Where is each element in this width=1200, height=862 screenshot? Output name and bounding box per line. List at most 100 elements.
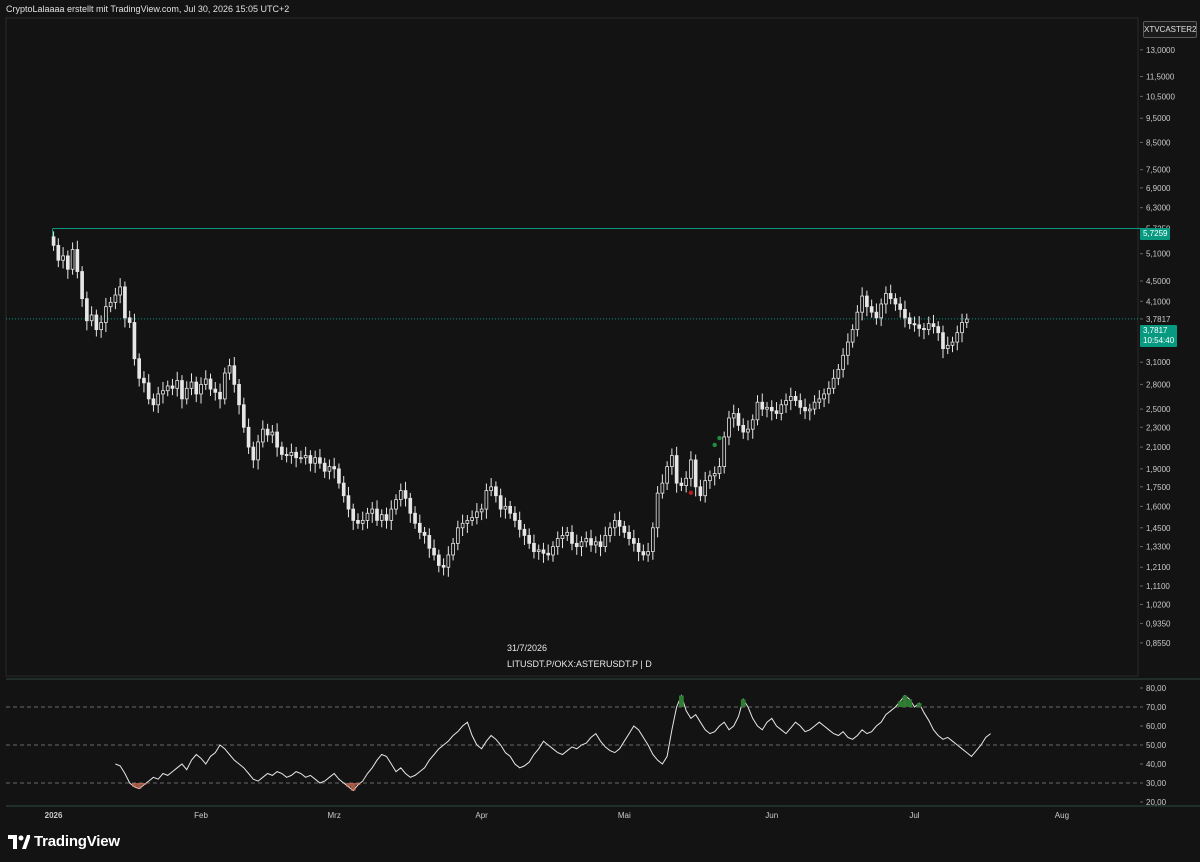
candle-body bbox=[798, 400, 803, 408]
candle-body bbox=[498, 495, 503, 510]
candle bbox=[689, 451, 693, 487]
candle bbox=[855, 305, 860, 337]
last-price-tag: 3,7817 10:54:40 bbox=[1140, 325, 1178, 347]
candle bbox=[903, 300, 907, 328]
candle bbox=[66, 250, 70, 279]
candle bbox=[546, 544, 551, 561]
candle bbox=[722, 431, 727, 474]
candle-body bbox=[332, 466, 337, 470]
candle-body bbox=[508, 505, 512, 514]
candle bbox=[137, 353, 142, 387]
candle-body bbox=[341, 482, 346, 497]
candle-body bbox=[879, 303, 883, 319]
price-tick-label: 4,5000 bbox=[1146, 277, 1171, 286]
time-tick-label: Feb bbox=[194, 811, 208, 820]
candle bbox=[865, 290, 869, 317]
candle-body bbox=[313, 457, 317, 464]
candle bbox=[322, 457, 327, 479]
time-tick-label: Jun bbox=[765, 811, 778, 820]
candle-body bbox=[727, 417, 731, 438]
rsi-tick-label: 80,00 bbox=[1146, 684, 1167, 693]
tradingview-logo[interactable]: TradingView bbox=[8, 833, 120, 850]
bar-countdown: 10:54:40 bbox=[1143, 336, 1175, 345]
candle bbox=[708, 470, 712, 489]
candle-body bbox=[432, 547, 436, 556]
candle bbox=[232, 357, 237, 393]
candle-body bbox=[180, 380, 184, 400]
candle-body bbox=[765, 406, 769, 410]
candle bbox=[898, 296, 903, 318]
candle bbox=[641, 544, 646, 561]
candle bbox=[237, 379, 241, 415]
candle bbox=[270, 424, 275, 444]
candle bbox=[432, 539, 436, 561]
candle-body bbox=[831, 377, 836, 389]
candle bbox=[284, 447, 289, 463]
candle-body bbox=[408, 497, 413, 514]
price-tick-label: 1,0200 bbox=[1146, 600, 1171, 609]
rsi-tick-label: 70,00 bbox=[1146, 703, 1167, 712]
candle-body bbox=[893, 298, 898, 305]
candle bbox=[308, 450, 313, 472]
candle-body bbox=[94, 314, 99, 331]
rsi-tick-label: 20,00 bbox=[1146, 798, 1167, 807]
watermark-symbol: LITUSDT.P/OKX:ASTERUSDT.P | D bbox=[507, 659, 652, 669]
candle-body bbox=[261, 428, 265, 443]
time-tick-label: Mai bbox=[618, 811, 631, 820]
candle-body bbox=[536, 549, 541, 552]
candle bbox=[218, 383, 222, 409]
candle bbox=[189, 373, 194, 396]
candle-body bbox=[708, 475, 712, 482]
time-tick-label: Mrz bbox=[328, 811, 341, 820]
candle-body bbox=[227, 365, 232, 374]
candle-body bbox=[413, 512, 417, 524]
signal-down-dot bbox=[688, 490, 694, 495]
candle-body bbox=[246, 426, 251, 448]
candle-body bbox=[903, 309, 907, 319]
candle-body bbox=[61, 255, 65, 261]
price-tick-label: 2,8000 bbox=[1146, 380, 1171, 389]
candle bbox=[665, 461, 669, 490]
candle-body bbox=[846, 341, 850, 356]
candle-body bbox=[936, 326, 941, 334]
candle bbox=[955, 325, 960, 351]
price-tick-label: 1,7500 bbox=[1146, 483, 1171, 492]
candle-body bbox=[394, 499, 398, 510]
candle bbox=[508, 500, 512, 519]
candle bbox=[874, 303, 879, 325]
price-tick-label: 7,5000 bbox=[1146, 166, 1171, 175]
candle-body bbox=[51, 236, 56, 246]
candle-body bbox=[375, 508, 379, 521]
candle bbox=[812, 395, 817, 415]
candle bbox=[570, 525, 574, 551]
candle bbox=[199, 377, 203, 404]
candle-body bbox=[85, 298, 89, 322]
candle-body bbox=[546, 552, 551, 556]
candle-body bbox=[717, 466, 722, 474]
candle bbox=[318, 448, 322, 469]
candle bbox=[379, 509, 384, 528]
candle-body bbox=[318, 457, 322, 464]
candle bbox=[341, 476, 346, 503]
candle-body bbox=[827, 387, 831, 395]
candle bbox=[256, 434, 260, 470]
candle bbox=[261, 420, 265, 448]
candle-body bbox=[194, 381, 199, 395]
candle bbox=[142, 371, 146, 393]
candle-body bbox=[850, 329, 855, 343]
candle-body bbox=[627, 531, 631, 539]
price-tick-label: 1,9000 bbox=[1146, 465, 1171, 474]
candle bbox=[460, 514, 465, 537]
price-tick-label: 10,5000 bbox=[1146, 92, 1175, 101]
candle bbox=[356, 513, 360, 529]
candle-body bbox=[912, 323, 917, 326]
candle-body bbox=[603, 535, 608, 548]
symbol-tag[interactable]: XTVCASTER2 bbox=[1143, 21, 1197, 38]
candle-body bbox=[241, 404, 246, 428]
candle-body bbox=[736, 413, 741, 426]
candle bbox=[61, 247, 65, 269]
candle-body bbox=[113, 294, 118, 303]
candle-body bbox=[541, 549, 546, 554]
price-tick-label: 1,4500 bbox=[1146, 524, 1171, 533]
candle-body bbox=[693, 459, 698, 488]
